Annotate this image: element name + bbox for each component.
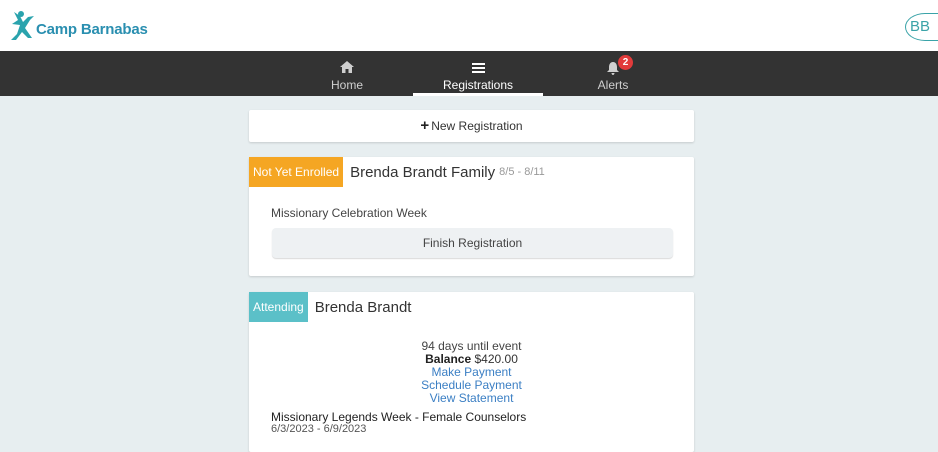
balance-label: Balance: [425, 352, 472, 366]
nav-item-alerts[interactable]: 2 Alerts: [548, 51, 678, 96]
nav-label-home: Home: [330, 78, 363, 92]
event-title: Missionary Legends Week - Female Counsel…: [271, 410, 527, 424]
main-nav: Home Registrations 2 Alerts: [0, 51, 938, 96]
top-header: Camp Barnabas BB: [0, 0, 938, 51]
card-header: Not Yet Enrolled Brenda Brandt Family 8/…: [249, 157, 694, 187]
card-header: Attending Brenda Brandt: [249, 292, 694, 322]
view-statement-link[interactable]: View Statement: [249, 392, 694, 405]
finish-registration-button[interactable]: Finish Registration: [272, 228, 673, 258]
avatar[interactable]: BB: [905, 13, 938, 41]
registrant-name: Brenda Brandt Family: [350, 163, 496, 181]
status-badge: Not Yet Enrolled: [249, 157, 344, 187]
registrant-name: Brenda Brandt: [314, 298, 412, 316]
new-registration-label: New Registration: [431, 119, 523, 133]
registration-card: Not Yet Enrolled Brenda Brandt Family 8/…: [249, 157, 694, 276]
event-summary: 94 days until event Balance $420.00 Make…: [249, 340, 694, 405]
camp-barnabas-logo-icon: [11, 11, 34, 40]
list-icon: [413, 57, 543, 77]
bell-icon: [548, 57, 678, 77]
nav-label-alerts: Alerts: [597, 78, 629, 92]
plus-icon: +: [420, 117, 430, 134]
alerts-badge: 2: [618, 55, 633, 70]
logo-text: Camp Barnabas: [36, 21, 148, 38]
nav-item-home[interactable]: Home: [282, 51, 412, 96]
nav-item-registrations[interactable]: Registrations: [413, 51, 543, 96]
balance-value: $420.00: [474, 352, 518, 366]
registration-dates: 8/5 - 8/11: [499, 166, 545, 178]
status-badge: Attending: [249, 292, 308, 322]
new-registration-button[interactable]: + New Registration: [249, 110, 694, 142]
session-name: Missionary Celebration Week: [271, 206, 427, 220]
event-dates: 6/3/2023 - 6/9/2023: [271, 423, 367, 435]
logo[interactable]: Camp Barnabas: [8, 10, 148, 42]
nav-label-registrations: Registrations: [442, 78, 514, 92]
home-icon: [282, 57, 412, 77]
registration-card: Attending Brenda Brandt 94 days until ev…: [249, 292, 694, 452]
